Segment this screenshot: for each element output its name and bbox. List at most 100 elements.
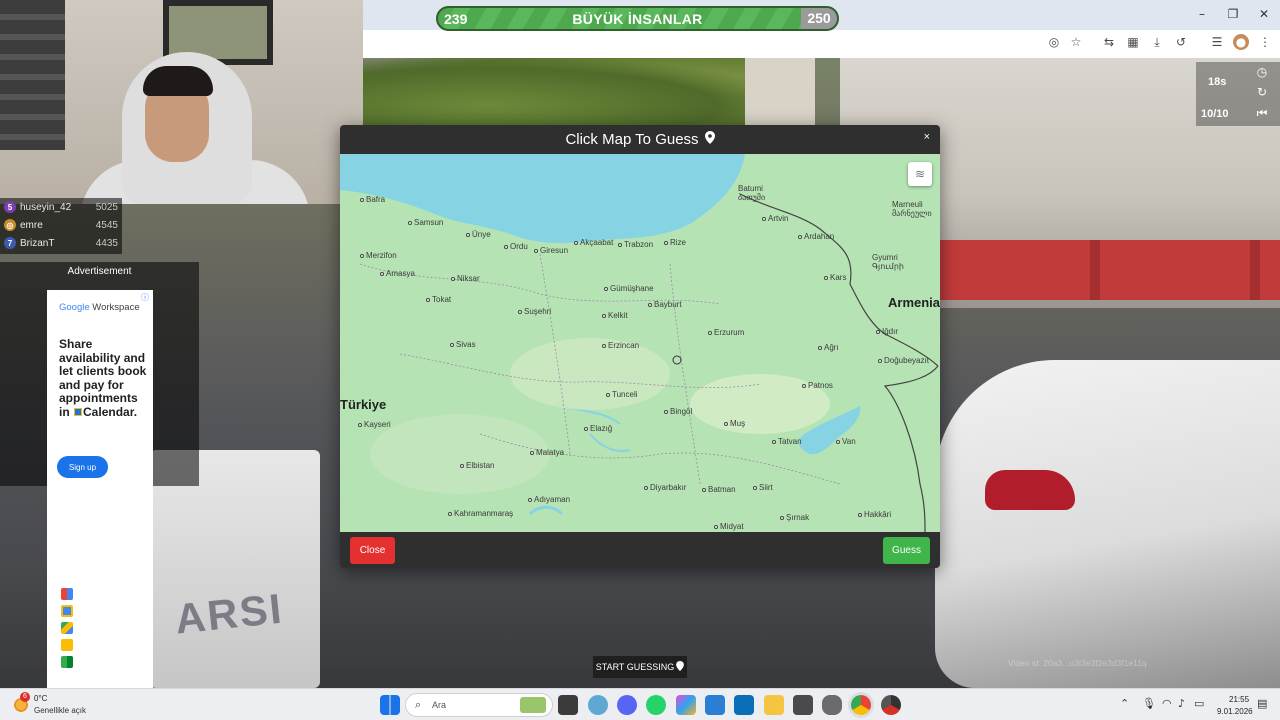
city-label: Bayburt [648, 300, 682, 309]
guess-map[interactable]: ≋ Türkiye Armenia Bafra Samsun Ünye Ordu… [340, 154, 940, 532]
ad-copy-product: Calendar. [83, 404, 138, 419]
photos-icon[interactable] [734, 695, 754, 715]
chrome-alt-icon[interactable] [881, 695, 901, 715]
drive-icon [61, 622, 73, 634]
game-hud: 18s 10/10 ◷ ↻ ⏮ [1196, 62, 1280, 126]
weather-temperature: 0°C [34, 694, 48, 703]
city-name: Niksar [457, 274, 480, 283]
map-pin-icon [704, 131, 715, 148]
city-label: Erzincan [602, 341, 639, 350]
taskbar-search[interactable]: ⌕ Ara [405, 693, 553, 717]
city-name: Erzurum [714, 328, 745, 337]
map-terrain [340, 154, 939, 532]
city-name: Şırnak [786, 513, 810, 522]
skip-back-icon[interactable]: ⏮ [1254, 105, 1270, 121]
ad-signup-button[interactable]: Sign up [57, 456, 108, 478]
rank-badge: ◎ [4, 219, 16, 231]
microphone-icon[interactable]: 🎙 [1142, 697, 1156, 710]
extensions-icon[interactable]: ▦ [1125, 34, 1141, 50]
city-name: Merzifon [366, 251, 397, 260]
reading-list-icon[interactable]: ☰ [1209, 34, 1225, 50]
bookmark-star-icon[interactable]: ☆ [1068, 34, 1084, 50]
calculator-icon[interactable] [793, 695, 813, 715]
volume-icon[interactable]: ♪ [1178, 697, 1185, 710]
restore-icon[interactable]: ❐ [1224, 5, 1242, 23]
chrome-icon[interactable] [851, 695, 871, 715]
city-name: Kayseri [364, 420, 391, 429]
copilot-icon[interactable] [588, 695, 608, 715]
download-icon[interactable]: ⤓ [1149, 34, 1165, 50]
city-name: Batumi ბათუმი [738, 184, 766, 202]
rank-badge: 5 [4, 201, 16, 213]
history-icon[interactable]: ↺ [1173, 34, 1189, 50]
taskbar-time[interactable]: 21:55 [1229, 695, 1249, 704]
city-label: Siirt [753, 483, 773, 492]
refresh-icon[interactable]: ↻ [1254, 84, 1270, 100]
ad-card[interactable]: ⓘ Google Workspace Share availability an… [47, 290, 153, 688]
guess-button[interactable]: Guess [883, 537, 930, 564]
start-guessing-label: START GUESSING [595, 662, 675, 672]
city-name: Ardahan [804, 232, 835, 241]
eye-off-icon[interactable]: ◎ [1046, 34, 1062, 50]
whatsapp-icon[interactable] [646, 695, 666, 715]
modal-close-icon[interactable]: × [924, 131, 930, 143]
city-label: Samsun [408, 218, 443, 227]
city-label: Doğubeyazıt [878, 356, 929, 365]
close-button[interactable]: Close [350, 537, 395, 564]
city-label: Marneuli მარნეული [892, 200, 940, 218]
map-layers-icon[interactable]: ≋ [908, 162, 932, 186]
profile-avatar-icon[interactable]: ● [1233, 34, 1249, 50]
weather-badge: 6 [20, 692, 30, 702]
player-name: huseyin_42 [20, 201, 72, 213]
city-name: Marneuli მარნეული [892, 200, 932, 218]
windows-start-icon[interactable] [380, 695, 400, 715]
city-name: Akçaabat [580, 238, 614, 247]
shop-awning [940, 240, 1280, 300]
window-blinds [0, 0, 65, 150]
city-label: Malatya [530, 448, 564, 457]
mouse-app-icon[interactable] [822, 695, 842, 715]
file-explorer-icon[interactable] [764, 695, 784, 715]
search-highlight-icon [520, 697, 546, 713]
minimize-icon[interactable]: – [1193, 5, 1211, 23]
city-label: Kahramanmaraş [448, 509, 513, 518]
task-view-icon[interactable] [558, 695, 578, 715]
clock-icon[interactable]: ◷ [1254, 64, 1270, 80]
leaderboard: 5 huseyin_42 5025 ◎ emre 4545 7 BrizanT … [0, 198, 122, 254]
taskbar-date[interactable]: 9.01.2026 [1217, 707, 1253, 716]
ad-copy: Share availability and let clients book … [59, 337, 149, 419]
player-score: 4435 [95, 237, 118, 249]
city-label: Kars [824, 273, 846, 282]
close-window-icon[interactable]: ✕ [1255, 5, 1273, 23]
player-score: 5025 [95, 201, 118, 213]
notifications-icon[interactable]: ▤ [1257, 697, 1267, 710]
windows-taskbar: 6 0°C Genellikle açık ⌕ Ara ⌃ 🎙 ◠ ♪ ▭ 21… [0, 688, 1280, 720]
city-label: Ünye [466, 230, 491, 239]
city-name: Bayburt [654, 300, 682, 309]
battery-icon[interactable]: ▭ [1194, 697, 1204, 710]
docs-icon [61, 639, 73, 651]
store-icon[interactable] [705, 695, 725, 715]
guess-modal: Click Map To Guess × ≋ Türkiye Armenia B… [340, 125, 940, 568]
tray-chevron-icon[interactable]: ⌃ [1120, 697, 1129, 710]
city-name: Siirt [759, 483, 773, 492]
right-score: 250 [801, 8, 837, 29]
copilot-app-icon[interactable] [676, 695, 696, 715]
city-name: Malatya [536, 448, 565, 457]
translate-icon[interactable]: ⇆ [1101, 34, 1117, 50]
city-label: Akçaabat [574, 238, 613, 247]
ad-info-icon[interactable]: ⓘ [141, 292, 149, 303]
city-label: Rize [664, 238, 686, 247]
ad-label: Advertisement [67, 266, 132, 277]
leaderboard-row: ◎ emre 4545 [0, 216, 122, 234]
city-name: Tatvan [778, 437, 802, 446]
city-label: Suşehri [518, 307, 551, 316]
player-name: emre [20, 219, 43, 231]
city-name: Bingöl [670, 407, 693, 416]
start-guessing-button[interactable]: START GUESSING [593, 656, 687, 678]
city-label: Diyarbakır [644, 483, 686, 492]
city-name: Elazığ [590, 424, 613, 433]
wifi-icon[interactable]: ◠ [1162, 697, 1172, 710]
menu-kebab-icon[interactable]: ⋮ [1257, 34, 1273, 50]
discord-icon[interactable] [617, 695, 637, 715]
